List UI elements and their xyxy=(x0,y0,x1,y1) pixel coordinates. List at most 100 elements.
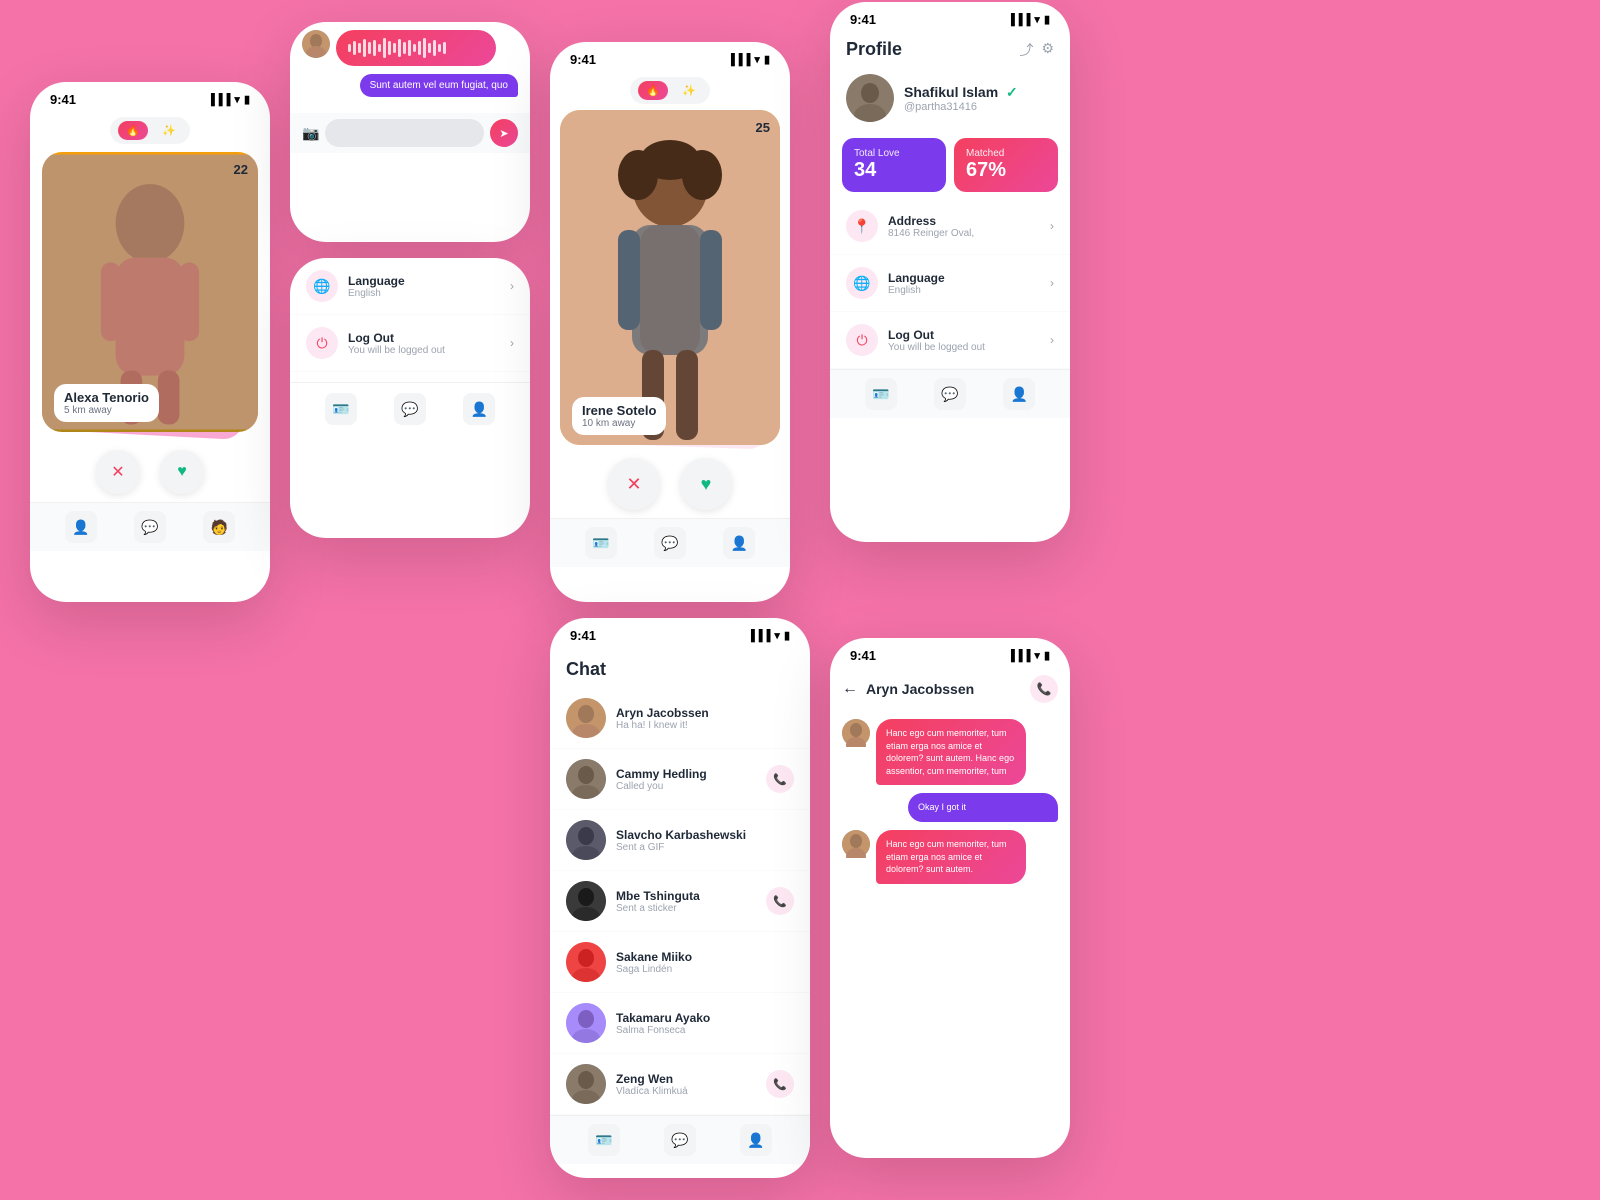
card-name-1: Alexa Tenorio xyxy=(64,390,149,405)
message-input[interactable] xyxy=(325,119,484,147)
chat-phone-icon-mbe: 📞 xyxy=(766,887,794,915)
bubble-row-received xyxy=(302,30,518,66)
menu-text-logout-p: Log Out You will be logged out xyxy=(888,328,1050,353)
wave-bar-18 xyxy=(433,40,436,56)
time-4: 9:41 xyxy=(570,52,596,67)
language-sub: English xyxy=(348,288,510,299)
like-button-2[interactable]: ♥ xyxy=(680,458,732,510)
menu-item-logout[interactable]: ⏻ Log Out You will be logged out › xyxy=(290,315,530,372)
chat-item-aryn[interactable]: Aryn Jacobssen Ha ha! I knew it! xyxy=(550,688,810,749)
verified-icon: ✓ xyxy=(1006,84,1018,100)
chat-preview-aryn: Ha ha! I knew it! xyxy=(616,720,794,731)
camera-icon[interactable]: 📷 xyxy=(302,125,319,142)
card-stack-2[interactable]: 25 Irene Sotelo 10 km away xyxy=(560,110,780,450)
msg-avatar-1 xyxy=(842,719,870,747)
signal-icon-7: ▐▐▐ xyxy=(1007,650,1030,662)
chat-item-slavcho[interactable]: Slavcho Karbashewski Sent a GIF xyxy=(550,810,810,871)
like-button-1[interactable]: ♥ xyxy=(160,450,204,494)
wave-bar-17 xyxy=(428,43,431,53)
phone-profile: 9:41 ▐▐▐ ▾ ▮ Profile ⤴ ⚙ xyxy=(830,2,1070,542)
convo-phone-icon[interactable]: 📞 xyxy=(1030,675,1058,703)
nav-id-icon-3[interactable]: 🪪 xyxy=(325,393,357,425)
msg-bubble-received-2: Hanc ego cum memoriter, tum etiam erga n… xyxy=(876,830,1026,884)
toggle-fire-4[interactable]: 🔥 xyxy=(638,81,668,100)
nav-person-icon-6[interactable]: 👤 xyxy=(1003,378,1035,410)
chat-item-sakane[interactable]: Sakane Miiko Saga Lindén xyxy=(550,932,810,993)
nav-person-icon-5[interactable]: 👤 xyxy=(740,1124,772,1156)
toggle-bar-4[interactable]: 🔥 ✨ xyxy=(550,77,790,104)
card-front-2[interactable]: 25 Irene Sotelo 10 km away xyxy=(560,110,780,445)
toggle-pill-1[interactable]: 🔥 ✨ xyxy=(110,117,189,144)
share-icon[interactable]: ⤴ xyxy=(1019,40,1033,60)
bottom-nav-5: 🪪 💬 👤 xyxy=(550,1115,810,1164)
nav-id-icon-6[interactable]: 🪪 xyxy=(865,378,897,410)
battery-icon-6: ▮ xyxy=(1044,13,1050,26)
language-label: Language xyxy=(348,274,510,288)
nav-id-icon-5[interactable]: 🪪 xyxy=(588,1124,620,1156)
logout-sub-p: You will be logged out xyxy=(888,342,1050,353)
toggle-sparkle-4[interactable]: ✨ xyxy=(676,81,702,100)
status-bar-4: 9:41 ▐▐▐ ▾ ▮ xyxy=(550,42,790,71)
waveform-bubble[interactable] xyxy=(336,30,496,66)
nav-id-icon-4[interactable]: 🪪 xyxy=(585,527,617,559)
phone-swipe-2: 9:41 ▐▐▐ ▾ ▮ 🔥 ✨ xyxy=(550,42,790,602)
nav-chat-icon-6[interactable]: 💬 xyxy=(934,378,966,410)
nav-chat-icon-5[interactable]: 💬 xyxy=(664,1124,696,1156)
chat-item-mbe[interactable]: Mbe Tshinguta Sent a sticker 📞 xyxy=(550,871,810,932)
chat-preview-zeng: Vladíca Klimkuá xyxy=(616,1086,766,1097)
card-stack-1[interactable]: 22 Alexa Tenorio 5 km away xyxy=(42,152,258,442)
wave-bar-8 xyxy=(383,38,386,58)
nav-profile-icon-1[interactable]: 👤 xyxy=(65,511,97,543)
profile-menu-address[interactable]: 📍 Address 8146 Reinger Oval, › xyxy=(830,198,1070,255)
toggle-pill-4[interactable]: 🔥 ✨ xyxy=(630,77,709,104)
time-1: 9:41 xyxy=(50,92,76,107)
nav-chat-icon-4[interactable]: 💬 xyxy=(654,527,686,559)
chat-preview-sakane: Saga Lindén xyxy=(616,964,794,975)
chat-item-takamaru[interactable]: Takamaru Ayako Salma Fonseca xyxy=(550,993,810,1054)
nav-person-icon-3[interactable]: 👤 xyxy=(463,393,495,425)
card-distance-1: 5 km away xyxy=(64,405,149,416)
profile-menu-language[interactable]: 🌐 Language English › xyxy=(830,255,1070,312)
toggle-sparkle[interactable]: ✨ xyxy=(156,121,182,140)
card-front-1[interactable]: 22 Alexa Tenorio 5 km away xyxy=(42,152,258,432)
signal-icon-4: ▐▐▐ xyxy=(727,54,750,66)
logout-icon: ⏻ xyxy=(306,327,338,359)
nav-chat-icon-3[interactable]: 💬 xyxy=(394,393,426,425)
menu-item-language[interactable]: 🌐 Language English › xyxy=(290,258,530,315)
wifi-icon-7: ▾ xyxy=(1034,649,1040,662)
language-icon-p: 🌐 xyxy=(846,267,878,299)
send-button[interactable]: ➤ xyxy=(490,119,518,147)
nav-person-icon-1[interactable]: 🧑 xyxy=(203,511,235,543)
logout-arrow: › xyxy=(510,336,514,350)
chat-item-cammy[interactable]: Cammy Hedling Called you 📞 xyxy=(550,749,810,810)
address-icon: 📍 xyxy=(846,210,878,242)
status-icons-4: ▐▐▐ ▾ ▮ xyxy=(727,53,770,66)
nav-person-icon-4[interactable]: 👤 xyxy=(723,527,755,559)
card-age-1: 22 xyxy=(234,162,248,177)
phone-settings: 🌐 Language English › ⏻ Log Out You will … xyxy=(290,258,530,538)
toggle-bar-1[interactable]: 🔥 ✨ xyxy=(30,117,270,144)
msg-bubble-sent-1: Okay I got it xyxy=(908,793,1058,822)
battery-icon: ▮ xyxy=(244,93,250,106)
settings-icon[interactable]: ⚙ xyxy=(1041,40,1054,60)
profile-info: Shafikul Islam ✓ @partha31416 xyxy=(904,84,1018,113)
stat-matched: Matched 67% xyxy=(954,138,1058,192)
chat-item-zeng[interactable]: Zeng Wen Vladíca Klimkuá 📞 xyxy=(550,1054,810,1115)
msg-received-1: Hanc ego cum memoriter, tum etiam erga n… xyxy=(842,719,1058,785)
dislike-button-1[interactable]: ✕ xyxy=(96,450,140,494)
menu-text-logout: Log Out You will be logged out xyxy=(348,331,510,356)
address-arrow: › xyxy=(1050,219,1054,233)
profile-menu-logout[interactable]: ⏻ Log Out You will be logged out › xyxy=(830,312,1070,369)
convo-header: ← Aryn Jacobssen 📞 xyxy=(830,667,1070,711)
signal-icon-5: ▐▐▐ xyxy=(747,630,770,642)
card-name-2: Irene Sotelo xyxy=(582,403,656,418)
nav-chat-icon-1[interactable]: 💬 xyxy=(134,511,166,543)
dislike-button-2[interactable]: ✕ xyxy=(608,458,660,510)
wave-bar-11 xyxy=(398,39,401,57)
bottom-nav-6: 🪪 💬 👤 xyxy=(830,369,1070,418)
person-image-2 xyxy=(560,110,780,445)
chat-text-takamaru: Takamaru Ayako Salma Fonseca xyxy=(616,1011,794,1036)
status-bar-1: 9:41 ▐▐▐ ▾ ▮ xyxy=(30,82,270,111)
toggle-fire[interactable]: 🔥 xyxy=(118,121,148,140)
back-arrow[interactable]: ← xyxy=(842,680,858,698)
